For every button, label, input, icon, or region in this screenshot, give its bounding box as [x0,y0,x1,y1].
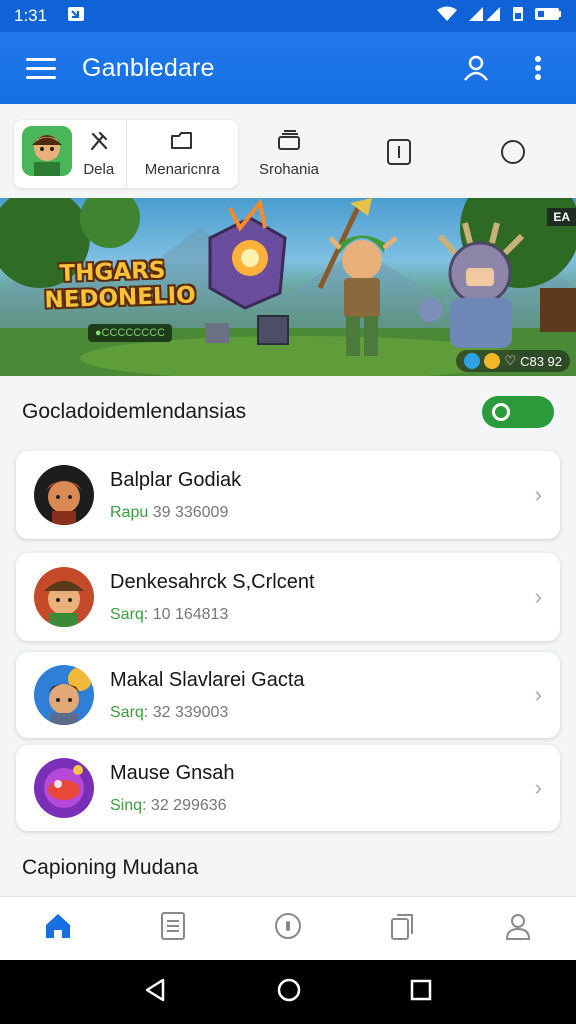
wrench-icon [88,130,110,157]
banner-corner-tag: EA [547,208,576,226]
twitter-icon [464,353,481,369]
banner-stats: ♡ C83 92 [456,350,570,372]
tab-label: Menaricnra [144,161,220,178]
game-meta: Sarq: 10 164813 [110,606,535,624]
chevron-right-icon: › [534,584,542,609]
section-toggle[interactable] [482,396,554,428]
status-bar: 1:31 [0,0,576,32]
game-meta-value: 39 336009 [152,503,229,521]
game-avatar [34,465,94,525]
game-title: Balplar Godiak [110,468,242,491]
app-title: Ganbledare [82,53,215,82]
tab-menaricnra[interactable]: Menaricnra [125,120,239,188]
device-icon [385,137,413,172]
nav-home[interactable] [30,901,86,957]
list-item[interactable]: Denkesahrck S,Crlcent Sarq: 10 164813 › [16,553,560,641]
signal-icon [468,6,502,27]
section-header: Gocladoidemlendansias [0,376,576,448]
category-tabs: Dela Menaricnra Srohania [0,104,576,200]
chevron-right-icon: › [534,482,542,507]
menu-icon[interactable] [20,47,62,89]
system-nav-bar [0,960,576,1024]
section-title-secondary: Capioning Mudana [22,856,199,879]
banner-stat-text: C83 92 [520,353,562,369]
game-avatar [34,758,94,818]
section-title: Gocladoidemlendansias [22,400,247,423]
game-title: Makal Slavlarei Gacta [110,668,305,691]
tab-circle[interactable] [482,120,544,188]
back-icon[interactable] [143,977,169,1008]
copy-icon [388,911,418,946]
tab-dela[interactable]: Dela [14,120,126,188]
game-meta-value: 32 339003 [152,703,229,721]
banner-subtitle: ●CCCCCCCC [88,324,172,342]
circle-icon [499,138,527,171]
bottom-nav [0,896,576,960]
coin-icon [484,353,501,369]
game-meta-tag: Rapu [110,503,149,521]
tab-srohania[interactable]: Srohania [248,120,330,188]
tab-group-selected: Dela Menaricnra [14,120,238,188]
notification-icon [67,6,85,27]
banner-title: THGARS NEDONELIO [43,257,196,314]
game-title: Mause Gnsah [110,761,235,784]
game-meta-value: 32 299636 [150,796,227,814]
wifi-icon [436,6,458,27]
battery-icon [534,6,562,27]
folder-icon [169,130,195,157]
compass-icon [273,911,303,946]
status-time: 1:31 [14,6,48,25]
banner-title-line2: NEDONELIO [44,282,197,314]
tab-label: Dela [83,161,115,178]
more-options-icon[interactable] [520,50,556,86]
toggle-knob [492,403,510,421]
heart-icon: ♡ [504,353,517,368]
chevron-right-icon: › [534,682,542,707]
game-meta: Sarq: 32 339003 [110,704,535,722]
game-avatar [34,567,94,627]
nav-library[interactable] [375,901,431,957]
list-item[interactable]: Makal Slavlarei Gacta Sarq: 32 339003 › [16,652,560,738]
account-icon[interactable] [458,50,494,86]
profile-icon [503,911,533,946]
game-meta-value: 10 164813 [152,605,229,623]
nav-profile[interactable] [490,901,546,957]
game-meta: Rapu 39 336009 [110,504,535,522]
list-item[interactable]: Mause Gnsah Sinq: 32 299636 › [16,745,560,831]
game-avatar [34,665,94,725]
stack-icon [276,130,302,157]
home-icon [43,911,73,946]
home-circle-icon[interactable] [276,977,302,1008]
document-icon [160,911,186,946]
sim-icon [512,6,524,27]
nav-explore[interactable] [260,901,316,957]
tab-avatar [22,126,72,176]
nav-documents[interactable] [145,901,201,957]
game-meta-tag: Sinq: [110,796,147,814]
game-meta-tag: Sarq: [110,703,149,721]
chevron-right-icon: › [534,775,542,800]
recents-icon[interactable] [409,978,433,1007]
tab-device[interactable] [368,120,430,188]
app-bar: Ganbledare [0,32,576,104]
list-item[interactable]: Balplar Godiak Rapu 39 336009 › [16,451,560,539]
game-meta-tag: Sarq: [110,605,149,623]
game-meta: Sinq: 32 299636 [110,797,535,815]
game-title: Denkesahrck S,Crlcent [110,570,315,593]
tab-label: Srohania [258,161,320,178]
featured-banner[interactable]: THGARS NEDONELIO ●CCCCCCCC EA ♡ C83 92 [0,198,576,376]
